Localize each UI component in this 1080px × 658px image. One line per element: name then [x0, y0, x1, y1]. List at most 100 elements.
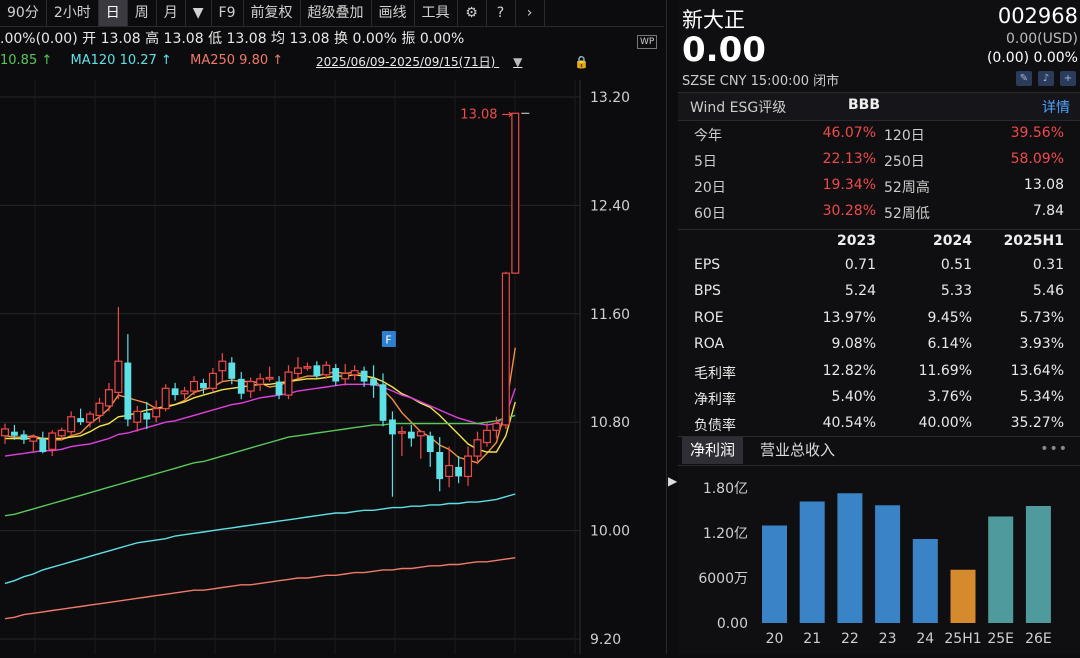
candle[interactable] [152, 400, 161, 423]
toolbar-item-2[interactable]: 日 [98, 0, 128, 26]
candle[interactable] [303, 362, 312, 371]
stock-info-panel: 新大正 002968 0.00 0.00(USD) (0.00) 0.00% S… [678, 0, 1080, 654]
event-f-marker[interactable]: F [381, 331, 396, 347]
ma-legend: 10.85 ↑ MA120 10.27 ↑ MA250 9.80 ↑ [0, 53, 283, 68]
candle[interactable] [370, 365, 377, 398]
toolbar-item-8[interactable]: 超级叠加 [301, 0, 372, 26]
ret-label-2: 250日 [884, 154, 925, 170]
toolbar-item-10[interactable]: 工具 [415, 0, 458, 26]
candle[interactable] [379, 373, 387, 427]
candle[interactable] [473, 431, 482, 465]
chevron-right-icon[interactable]: › [516, 0, 545, 26]
candle[interactable] [104, 382, 113, 412]
toolbar-item-9[interactable]: 画线 [372, 0, 415, 26]
esg-detail-link[interactable]: 详情 [1042, 97, 1070, 117]
fin-value-1: 0.51 [940, 257, 972, 273]
ret-label-2: 120日 [884, 128, 925, 144]
wp-badge[interactable]: WP [637, 35, 658, 49]
ma120-label: MA120 10.27 ↑ [70, 53, 172, 68]
candle[interactable] [511, 112, 520, 274]
toolbar-item-7[interactable]: 前复权 [244, 0, 301, 26]
fin-row: EPS 0.71 0.51 0.31 [678, 254, 1080, 280]
toolbar-item-5[interactable]: ▼ [186, 0, 212, 26]
candle[interactable] [29, 434, 38, 453]
fin-row: ROA 9.08% 6.14% 3.93% [678, 333, 1080, 359]
candle[interactable] [67, 411, 76, 436]
candle[interactable] [161, 384, 170, 412]
profit-bar[interactable] [988, 516, 1014, 624]
candle[interactable] [171, 382, 179, 401]
usd-price: 0.00(USD) [1005, 31, 1078, 47]
candle[interactable] [482, 422, 491, 447]
profit-bar[interactable] [837, 493, 863, 623]
fin-row: ROE 13.97% 9.45% 5.73% [678, 307, 1080, 333]
candle[interactable] [341, 363, 350, 386]
lock-icon[interactable]: 🔒 [574, 55, 589, 69]
candle[interactable] [124, 334, 132, 427]
stock-code: 002968 [997, 4, 1078, 28]
profit-bar[interactable] [799, 501, 825, 624]
candle[interactable] [445, 446, 454, 488]
profit-bar[interactable] [762, 525, 787, 624]
fin-row: 毛利率 12.82% 11.69% 13.64% [678, 360, 1080, 386]
more-icon[interactable]: ••• [1040, 441, 1068, 457]
fin-value-0: 13.97% [822, 309, 876, 326]
candle[interactable] [397, 426, 406, 457]
profit-x-label: 21 [803, 631, 821, 647]
profit-bar[interactable] [875, 505, 901, 623]
toolbar-item-3[interactable]: 周 [128, 0, 157, 26]
profit-y-tick: 6000万 [698, 571, 748, 587]
candle[interactable] [464, 446, 473, 486]
last-price-marker: 13.08 → [460, 107, 512, 122]
candle[interactable] [436, 437, 444, 492]
fin-value-0: 5.40% [831, 389, 876, 405]
candle[interactable] [246, 377, 255, 398]
candle[interactable] [501, 271, 510, 429]
candlestick-chart[interactable]: 13.20 12.40 11.60 10.80 10.00 9.20 13.08 → F [0, 80, 664, 654]
candle[interactable] [218, 353, 227, 382]
candle[interactable] [39, 431, 47, 454]
candle[interactable] [237, 372, 245, 400]
profit-bar[interactable] [950, 569, 976, 623]
toolbar-item-0[interactable]: 90分 [0, 0, 47, 26]
add-icon[interactable]: + [1060, 71, 1076, 86]
profit-bar[interactable] [912, 539, 938, 623]
candle[interactable] [416, 430, 425, 459]
candle[interactable] [426, 431, 434, 467]
candle[interactable] [48, 430, 57, 457]
tab-revenue[interactable]: 营业总收入 [752, 437, 843, 464]
candle[interactable] [455, 456, 462, 484]
candle[interactable] [407, 424, 415, 447]
candle[interactable] [133, 405, 142, 432]
toolbar-item-4[interactable]: 月 [157, 0, 186, 26]
ret-label-2: 52周低 [884, 206, 930, 222]
gear-icon[interactable]: ⚙ [458, 0, 487, 26]
candle[interactable] [1, 423, 10, 444]
candle[interactable] [284, 365, 293, 400]
candle[interactable] [200, 378, 207, 394]
candle[interactable] [20, 430, 28, 444]
candle[interactable] [143, 401, 151, 429]
profit-bar[interactable] [1025, 506, 1051, 623]
fin-value-2: 3.93% [1019, 336, 1064, 353]
candle[interactable] [180, 386, 189, 400]
tab-net-profit[interactable]: 净利润 [682, 437, 744, 464]
candle[interactable] [322, 361, 331, 379]
toolbar-item-6[interactable]: F9 [212, 0, 244, 26]
expand-arrow-icon[interactable]: ▶ [668, 474, 677, 488]
dropdown-icon[interactable]: ▼ [513, 55, 522, 69]
edit-icon[interactable]: ✎ [1016, 71, 1032, 86]
candle[interactable] [350, 365, 359, 381]
fin-value-1: 5.33 [940, 283, 972, 300]
kline-svg: 13.20 12.40 11.60 10.80 10.00 9.20 13.08 → F [0, 80, 630, 654]
candle[interactable] [265, 366, 274, 382]
candle[interactable] [332, 363, 340, 386]
bell-icon[interactable]: ♪ [1038, 71, 1054, 86]
date-range-selector[interactable]: 2025/06/09-2025/09/15(71日) ▼ [316, 53, 522, 70]
toolbar-item-1[interactable]: 2小时 [47, 0, 99, 26]
candle[interactable] [114, 307, 123, 400]
candle[interactable] [293, 357, 302, 379]
help-icon[interactable]: ? [487, 0, 516, 26]
fin-value-2: 5.46 [1032, 283, 1064, 300]
candle[interactable] [256, 373, 265, 392]
